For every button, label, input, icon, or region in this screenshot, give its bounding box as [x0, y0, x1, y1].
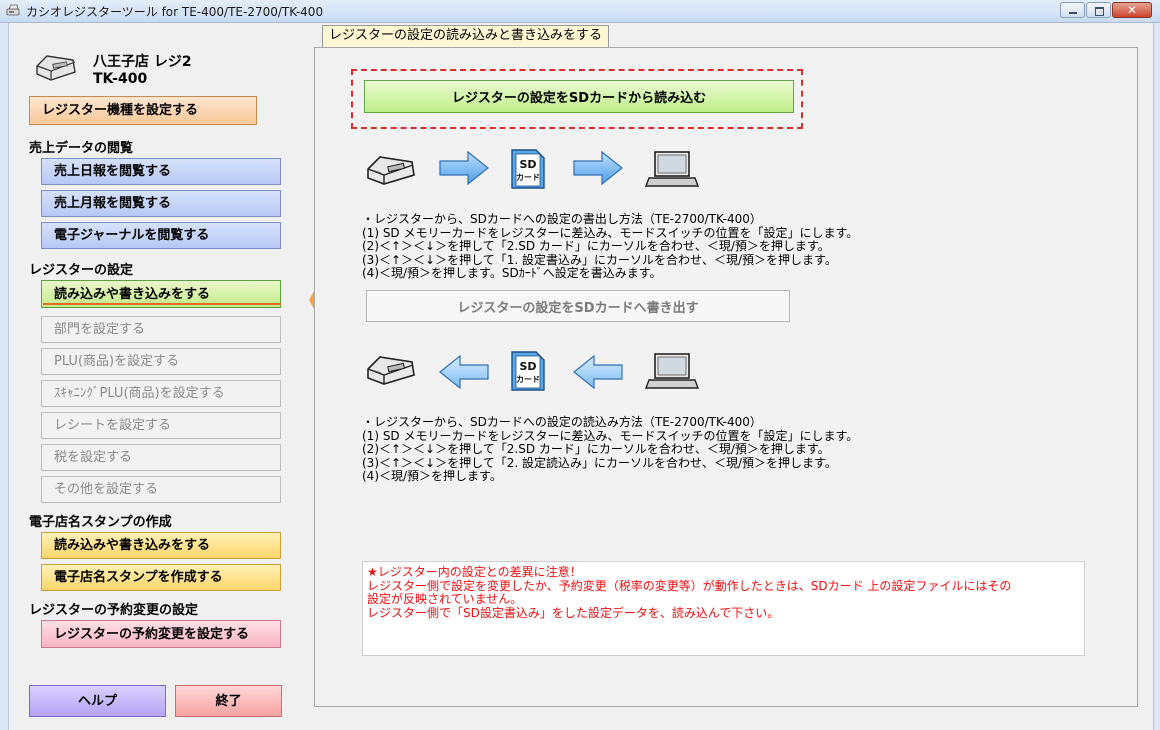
- sd-label-bottom: カード: [516, 173, 540, 182]
- sd-card-icon: SD カード: [511, 149, 545, 189]
- notice-box: ★レジスター内の設定との差異に注意！ レジスター側で設定を変更したか、予約変更（…: [362, 561, 1085, 656]
- app-icon: [6, 4, 20, 16]
- exit-button[interactable]: 終了: [175, 685, 282, 717]
- write-instructions: ・レジスターから、SDカードへの設定の読込み方法（TE-2700/TK-400）…: [362, 415, 859, 484]
- sd-card-icon: SD カード: [511, 351, 545, 391]
- minimize-button[interactable]: [1060, 2, 1085, 18]
- laptop-icon: [644, 353, 700, 389]
- plu-button[interactable]: PLU(商品)を設定する: [41, 348, 281, 375]
- daily-report-button[interactable]: 売上日報を閲覧する: [41, 158, 281, 185]
- notice-line: ★レジスター内の設定との差異に注意！: [367, 565, 582, 579]
- shop-name: 八王子店 レジ2: [93, 54, 192, 70]
- instruction-line: (4)＜現/預＞を押します。SDｶｰﾄﾞへ設定を書込みます。: [362, 266, 662, 280]
- register-icon: [367, 356, 415, 385]
- instruction-line: ・レジスターから、SDカードへの設定の読込み方法（TE-2700/TK-400）: [362, 415, 762, 429]
- stamp-read-write-button[interactable]: 読み込みや書き込みをする: [41, 532, 281, 559]
- sidebar: 八王子店 レジ2 TK-400 レジスター機種を設定する 売上データの閲覧 売上…: [9, 23, 323, 730]
- section-reservation: レジスターの予約変更の設定: [29, 603, 199, 618]
- section-stamp: 電子店名スタンプの作成: [29, 515, 172, 530]
- sd-label-top: SD: [519, 158, 536, 171]
- help-button[interactable]: ヘルプ: [29, 685, 166, 717]
- notice-line: レジスター側で設定を変更したか、予約変更（税率の変更等）が動作したときは、SDカ…: [367, 578, 1012, 593]
- monthly-report-button[interactable]: 売上月報を閲覧する: [41, 190, 281, 217]
- sd-label-top: SD: [519, 360, 536, 373]
- close-icon: ✕: [1126, 3, 1138, 17]
- right-arrow-icon: [573, 150, 623, 186]
- sd-label-bottom: カード: [516, 375, 540, 384]
- tax-button[interactable]: 税を設定する: [41, 444, 281, 471]
- title-bar: カシオレジスターツール for TE-400/TE-2700/TK-400 ✕: [0, 0, 1160, 23]
- read-from-sd-button[interactable]: レジスターの設定をSDカードから読み込む: [364, 80, 794, 113]
- create-stamp-button[interactable]: 電子店名スタンプを作成する: [41, 564, 281, 591]
- instruction-line: (2)＜↑＞＜↓＞を押して「2.SD カード」にカーソルを合わせ、＜現/預＞を押…: [362, 442, 830, 456]
- laptop-icon: [644, 151, 700, 187]
- tab-read-write[interactable]: レジスターの設定の読み込みと書き込みをする: [322, 25, 610, 47]
- register-icon: [367, 156, 415, 185]
- write-to-sd-button[interactable]: レジスターの設定をSDカードへ書き出す: [366, 290, 790, 322]
- notice-line: レジスター側で「SD設定書込み」をした設定データを、読み込んで下さい。: [367, 605, 780, 620]
- maximize-button[interactable]: [1086, 2, 1111, 18]
- close-button[interactable]: ✕: [1112, 2, 1152, 18]
- left-arrow-icon: [439, 354, 489, 390]
- instruction-line: (1) SD メモリーカードをレジスターに差込み、モードスイッチの位置を「設定」…: [362, 225, 859, 240]
- left-arrow-icon: [573, 354, 623, 390]
- journal-button[interactable]: 電子ジャーナルを閲覧する: [41, 222, 281, 249]
- other-settings-button[interactable]: その他を設定する: [41, 476, 281, 503]
- department-button[interactable]: 部門を設定する: [41, 316, 281, 343]
- section-sales: 売上データの閲覧: [29, 141, 134, 156]
- instruction-line: (4)＜現/預＞を押します。: [362, 469, 502, 483]
- selected-indicator: [43, 303, 281, 305]
- instruction-line: ・レジスターから、SDカードへの設定の書出し方法（TE-2700/TK-400）: [362, 212, 762, 226]
- instruction-line: (2)＜↑＞＜↓＞を押して「2.SD カード」にカーソルを合わせ、＜現/預＞を押…: [362, 239, 830, 253]
- section-register: レジスターの設定: [29, 263, 134, 278]
- model-name: TK-400: [93, 71, 148, 87]
- notice-line: 設定が反映されていません。: [367, 592, 523, 606]
- register-icon: [36, 55, 76, 81]
- window-title: カシオレジスターツール for TE-400/TE-2700/TK-400: [26, 5, 324, 19]
- right-arrow-icon: [439, 150, 489, 186]
- instruction-line: (1) SD メモリーカードをレジスターに差込み、モードスイッチの位置を「設定」…: [362, 428, 859, 443]
- receipt-button[interactable]: レシートを設定する: [41, 412, 281, 439]
- scanning-plu-button[interactable]: ｽｷｬﾆﾝｸﾞPLU(商品)を設定する: [41, 380, 281, 407]
- reservation-button[interactable]: レジスターの予約変更を設定する: [41, 620, 281, 648]
- read-instructions: ・レジスターから、SDカードへの設定の書出し方法（TE-2700/TK-400）…: [362, 212, 859, 281]
- instruction-line: (3)＜↑＞＜↓＞を押して「1. 設定書込み」にカーソルを合わせ、＜現/預＞を押…: [362, 252, 837, 267]
- instruction-line: (3)＜↑＞＜↓＞を押して「2. 設定読込み」にカーソルを合わせ、＜現/預＞を押…: [362, 455, 837, 470]
- set-model-button[interactable]: レジスター機種を設定する: [29, 96, 257, 125]
